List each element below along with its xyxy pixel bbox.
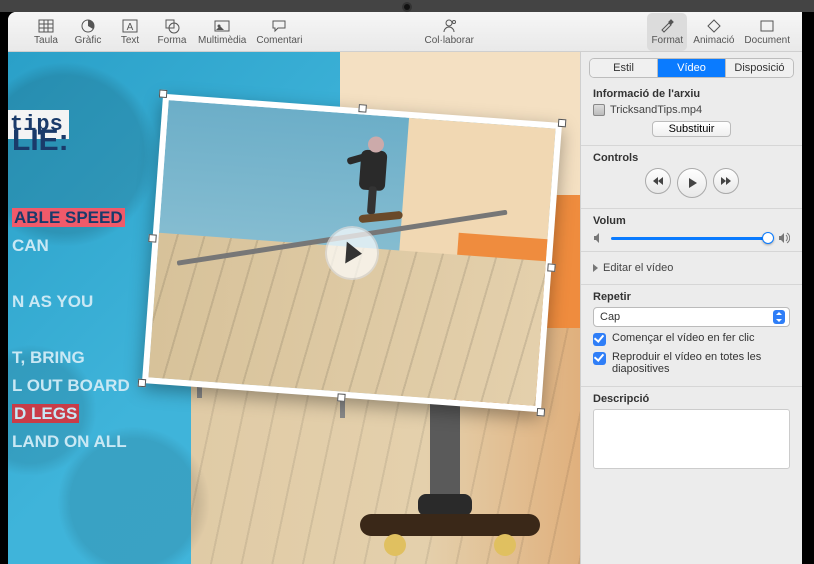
rewind-button[interactable]	[645, 168, 671, 194]
toolbar-label: Format	[651, 35, 683, 46]
table-icon	[37, 17, 55, 35]
animation-icon	[705, 17, 723, 35]
toolbar-comentari[interactable]: Comentari	[252, 13, 306, 51]
toolbar-label: Text	[121, 35, 139, 46]
checkbox-label: Reproduir el vídeo en totes les diaposit…	[612, 351, 790, 375]
tab-disposicio[interactable]: Disposició	[725, 59, 793, 77]
tab-estil[interactable]: Estil	[590, 59, 657, 77]
toolbar-label: Col·laborar	[425, 35, 474, 46]
slide-line: ABLE SPEED	[12, 208, 125, 227]
toolbar-label: Gràfic	[75, 35, 102, 46]
file-info-label: Informació de l'arxiu	[593, 88, 790, 100]
camera-notch	[404, 4, 410, 10]
checkbox-start-on-click[interactable]	[593, 333, 606, 346]
toolbar-grafic[interactable]: Gràfic	[68, 13, 108, 51]
toolbar-document[interactable]: Document	[740, 13, 794, 51]
media-icon	[213, 17, 231, 35]
toolbar-multimedia[interactable]: Multimèdia	[194, 13, 250, 51]
toolbar-label: Taula	[34, 35, 58, 46]
toolbar-forma[interactable]: Forma	[152, 13, 192, 51]
movie-file-icon	[593, 104, 605, 116]
toolbar-label: Forma	[158, 35, 187, 46]
chart-icon	[79, 17, 97, 35]
comment-icon	[270, 17, 288, 35]
slide-heading: LIE:	[12, 124, 130, 158]
repeat-label: Repetir	[593, 291, 790, 303]
description-textarea[interactable]	[593, 409, 790, 469]
checkbox-label: Començar el vídeo en fer clic	[612, 332, 754, 344]
svg-text:A: A	[127, 22, 134, 33]
format-brush-icon	[658, 17, 676, 35]
inspector-sidebar: Estil Vídeo Disposició Informació de l'a…	[580, 52, 802, 564]
toolbar: Taula Gràfic A Text Forma Multimèdia Com…	[8, 12, 802, 52]
repeat-value: Cap	[600, 311, 620, 323]
play-button[interactable]	[677, 168, 707, 198]
description-label: Descripció	[593, 393, 790, 405]
toolbar-label: Multimèdia	[198, 35, 246, 46]
filename: TricksandTips.mp4	[610, 104, 702, 116]
edit-video-label: Editar el vídeo	[603, 262, 673, 274]
chevron-right-icon	[593, 264, 598, 272]
slide-line: T, BRING	[12, 348, 85, 367]
toolbar-animacio[interactable]: Animació	[689, 13, 738, 51]
speaker-high-icon	[778, 232, 790, 244]
shape-icon	[163, 17, 181, 35]
select-arrows-icon	[773, 310, 785, 324]
video-object[interactable]	[142, 94, 562, 413]
text-icon: A	[121, 17, 139, 35]
toolbar-taula[interactable]: Taula	[26, 13, 66, 51]
slide-line: L OUT BOARD	[12, 376, 130, 395]
slide-line: N AS YOU	[12, 292, 93, 311]
toolbar-text[interactable]: A Text	[110, 13, 150, 51]
document-icon	[758, 17, 776, 35]
replace-button[interactable]: Substituir	[652, 121, 732, 137]
speaker-low-icon	[593, 232, 605, 244]
repeat-select[interactable]: Cap	[593, 307, 790, 327]
tab-video[interactable]: Vídeo	[657, 59, 725, 77]
slide-canvas[interactable]: tips LIE: ABLE SPEED CAN N AS YOU T, BRI…	[8, 52, 580, 564]
forward-button[interactable]	[713, 168, 739, 194]
checkbox-play-all-slides[interactable]	[593, 352, 606, 365]
slide-text-block: LIE: ABLE SPEED CAN N AS YOU T, BRING L …	[8, 124, 130, 456]
skater-figure	[339, 130, 415, 225]
edit-video-disclosure[interactable]: Editar el vídeo	[593, 262, 790, 274]
controls-label: Controls	[593, 152, 790, 164]
slide-line: D LEGS	[12, 404, 79, 423]
toolbar-label: Comentari	[256, 35, 302, 46]
slide-line: LAND ON ALL	[12, 432, 127, 451]
volume-label: Volum	[593, 215, 790, 227]
volume-slider[interactable]	[611, 231, 772, 245]
toolbar-collaborar[interactable]: Col·laborar	[421, 13, 478, 51]
slide-line: CAN	[12, 236, 49, 255]
toolbar-format[interactable]: Format	[647, 13, 687, 51]
collaborate-icon	[440, 17, 458, 35]
inspector-tabs: Estil Vídeo Disposició	[589, 58, 794, 78]
toolbar-label: Document	[744, 35, 790, 46]
toolbar-label: Animació	[693, 35, 734, 46]
